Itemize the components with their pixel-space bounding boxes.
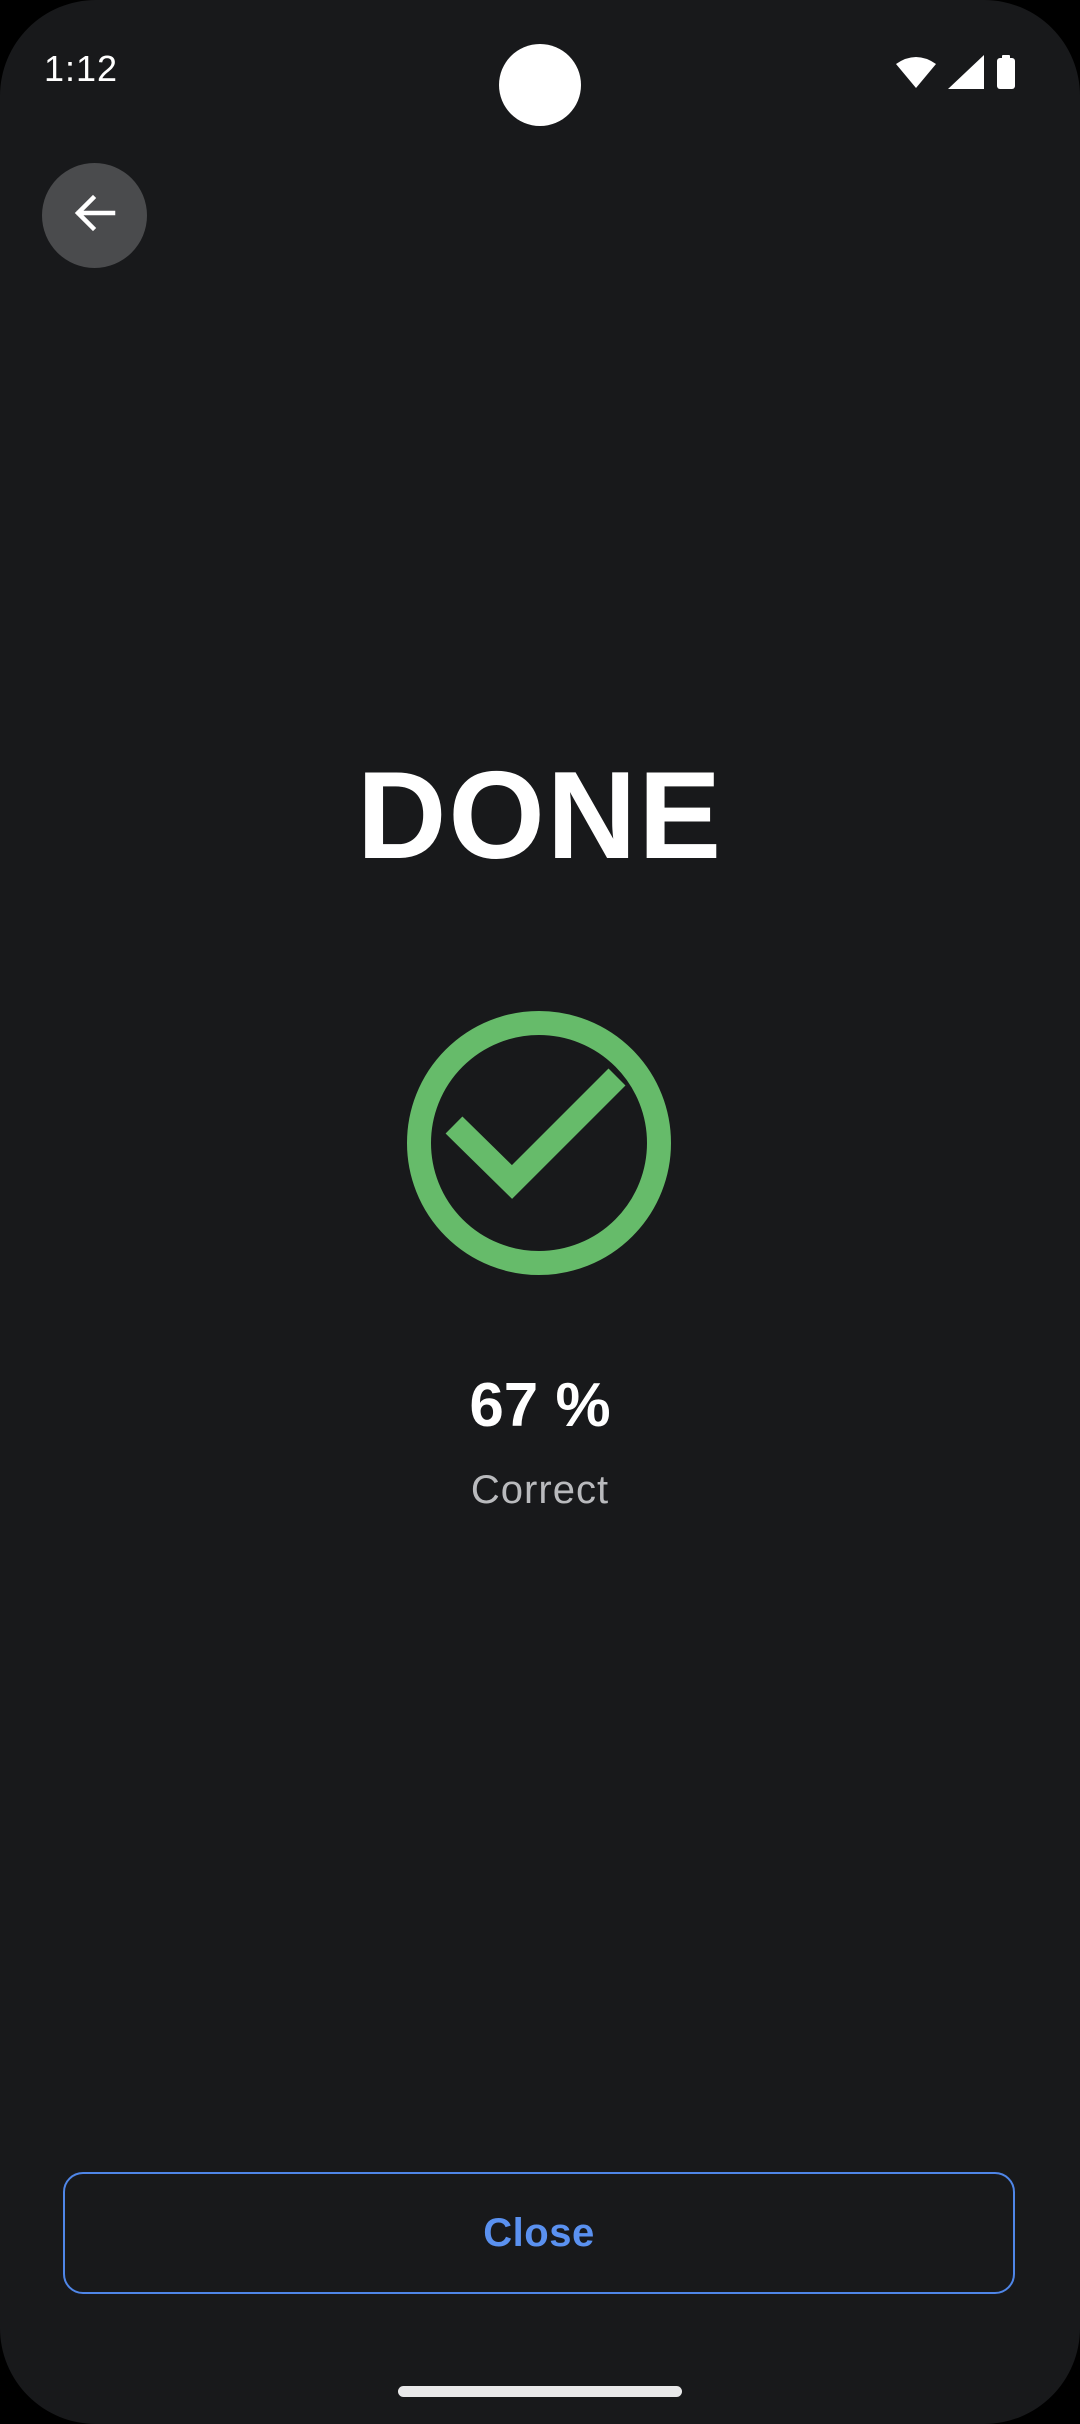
battery-icon bbox=[996, 55, 1016, 89]
close-button-label: Close bbox=[483, 2210, 595, 2255]
status-icons bbox=[896, 52, 1016, 92]
quiz-result-screen: 1:12 DONE 67 % Correct Close bbox=[0, 0, 1080, 2424]
status-time: 1:12 bbox=[44, 48, 119, 89]
score-label: Correct bbox=[470, 1468, 610, 1512]
camera-cutout bbox=[499, 44, 581, 126]
cellular-signal-icon bbox=[948, 55, 984, 89]
back-button[interactable] bbox=[42, 163, 147, 268]
check-circle-icon bbox=[406, 1010, 672, 1276]
arrow-left-icon bbox=[71, 189, 119, 242]
status-bar: 1:12 bbox=[0, 0, 1080, 140]
wifi-icon bbox=[896, 56, 936, 88]
result-title: DONE bbox=[356, 747, 724, 885]
home-indicator[interactable] bbox=[398, 2386, 682, 2397]
close-button[interactable]: Close bbox=[63, 2172, 1015, 2294]
score-value: 67 % bbox=[469, 1371, 611, 1440]
